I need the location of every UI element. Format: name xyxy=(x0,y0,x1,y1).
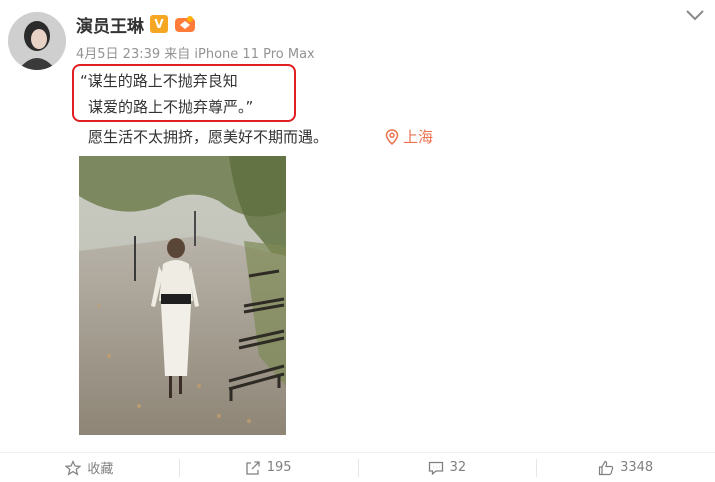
quote-line-2: 谋爱的路上不抛弃尊严。” xyxy=(88,98,254,116)
fan-badge-icon xyxy=(175,16,195,32)
favorite-button[interactable]: 收藏 xyxy=(0,457,179,479)
share-icon xyxy=(246,460,260,475)
avatar[interactable] xyxy=(8,12,66,70)
post-meta: 4月5日 23:39 来自 iPhone 11 Pro Max xyxy=(76,47,315,62)
comment-button[interactable]: 32 xyxy=(357,457,537,479)
repost-count: 195 xyxy=(266,460,292,475)
comment-count: 32 xyxy=(449,460,467,475)
star-icon xyxy=(65,459,82,476)
author-name[interactable]: 演员王琳 xyxy=(76,12,144,37)
chevron-down-icon[interactable] xyxy=(684,8,706,22)
favorite-label: 收藏 xyxy=(87,462,114,477)
comment-icon xyxy=(428,461,443,475)
thumbs-up-icon xyxy=(598,460,614,475)
action-bar: 收藏 195 32 3348 xyxy=(0,452,715,482)
post-photo[interactable] xyxy=(79,156,286,435)
post-body-line: 愿生活不太拥挤，愿美好不期而遇。 xyxy=(88,128,329,146)
repost-button[interactable]: 195 xyxy=(178,457,358,479)
like-button[interactable]: 3348 xyxy=(536,457,715,479)
quote-line-1: “谋生的路上不抛弃良知 xyxy=(80,72,238,90)
like-count: 3348 xyxy=(620,460,654,475)
location-link[interactable]: 上海 xyxy=(385,126,433,147)
verified-badge-icon: V xyxy=(150,15,168,33)
location-label: 上海 xyxy=(403,128,434,146)
location-pin-icon xyxy=(385,128,399,145)
